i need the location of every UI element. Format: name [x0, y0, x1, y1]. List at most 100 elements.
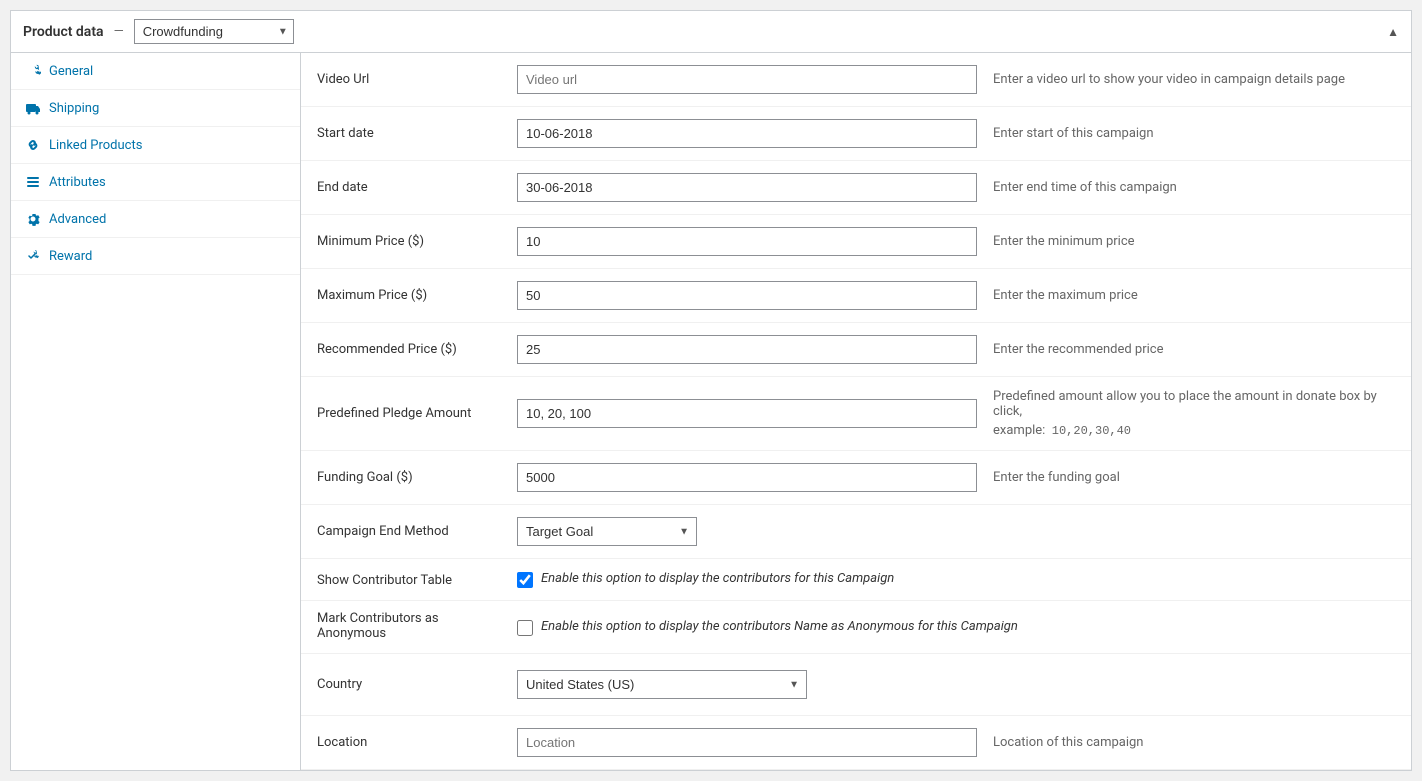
campaign-end-method-label: Campaign End Method	[301, 505, 501, 559]
max-price-input[interactable]	[517, 281, 977, 310]
start-date-input-cell	[501, 107, 985, 161]
country-select-cell: United States (US) United Kingdom (UK) C…	[501, 654, 985, 716]
funding-goal-row: Funding Goal ($) Enter the funding goal	[301, 451, 1411, 505]
mark-contributors-anonymous-checkbox[interactable]	[517, 620, 533, 636]
wrench-icon	[25, 63, 41, 79]
recommended-price-row: Recommended Price ($) Enter the recommen…	[301, 323, 1411, 377]
product-data-header: Product data — Crowdfunding ▼ ▲	[11, 11, 1411, 53]
recommended-price-input[interactable]	[517, 335, 977, 364]
product-data-body: General Shipping Linked Products Attribu…	[11, 53, 1411, 770]
location-input-cell	[501, 716, 985, 770]
min-price-input-cell	[501, 215, 985, 269]
shipping-icon	[25, 100, 41, 116]
funding-goal-input-cell	[501, 451, 985, 505]
predefined-pledge-help-cell: Predefined amount allow you to place the…	[985, 377, 1411, 451]
min-price-label: Minimum Price ($)	[301, 215, 501, 269]
form-table: Video Url Enter a video url to show your…	[301, 53, 1411, 770]
min-price-help: Enter the minimum price	[985, 215, 1411, 269]
mark-contributors-anonymous-cell: Enable this option to display the contri…	[501, 601, 1411, 654]
location-label: Location	[301, 716, 501, 770]
sidebar-item-advanced[interactable]: Advanced	[11, 201, 300, 238]
location-help: Location of this campaign	[985, 716, 1411, 770]
predefined-pledge-help-line2: example: 10,20,30,40	[993, 423, 1395, 438]
show-contributor-table-row: Show Contributor Table Enable this optio…	[301, 559, 1411, 601]
predefined-pledge-input[interactable]	[517, 399, 977, 428]
predefined-pledge-help: Predefined amount allow you to place the…	[993, 389, 1395, 438]
sidebar-item-general[interactable]: General	[11, 53, 300, 90]
video-url-row: Video Url Enter a video url to show your…	[301, 53, 1411, 107]
show-contributor-table-checkbox-text: Enable this option to display the contri…	[541, 571, 894, 586]
sidebar-item-shipping[interactable]: Shipping	[11, 90, 300, 127]
funding-goal-label: Funding Goal ($)	[301, 451, 501, 505]
max-price-label: Maximum Price ($)	[301, 269, 501, 323]
end-date-help: Enter end time of this campaign	[985, 161, 1411, 215]
end-date-label: End date	[301, 161, 501, 215]
mark-contributors-anonymous-checkbox-label[interactable]: Enable this option to display the contri…	[517, 619, 1403, 636]
sidebar-item-advanced-label: Advanced	[49, 212, 106, 227]
country-select-wrapper[interactable]: United States (US) United Kingdom (UK) C…	[517, 670, 807, 699]
recommended-price-help: Enter the recommended price	[985, 323, 1411, 377]
start-date-help: Enter start of this campaign	[985, 107, 1411, 161]
video-url-input-cell	[501, 53, 985, 107]
max-price-row: Maximum Price ($) Enter the maximum pric…	[301, 269, 1411, 323]
start-date-row: Start date Enter start of this campaign	[301, 107, 1411, 161]
start-date-label: Start date	[301, 107, 501, 161]
predefined-pledge-code: 10,20,30,40	[1052, 424, 1131, 438]
attributes-icon	[25, 174, 41, 190]
funding-goal-input[interactable]	[517, 463, 977, 492]
sidebar-item-linked-products-label: Linked Products	[49, 138, 142, 153]
sidebar-item-attributes[interactable]: Attributes	[11, 164, 300, 201]
country-label: Country	[301, 654, 501, 716]
location-row: Location Location of this campaign	[301, 716, 1411, 770]
header-dash: —	[114, 24, 124, 39]
end-date-input-cell	[501, 161, 985, 215]
campaign-end-method-select-cell: Target Goal End Date Both ▼	[501, 505, 985, 559]
predefined-pledge-input-cell	[501, 377, 985, 451]
recommended-price-input-cell	[501, 323, 985, 377]
predefined-pledge-help-line1: Predefined amount allow you to place the…	[993, 389, 1395, 419]
product-type-select[interactable]: Crowdfunding	[134, 19, 294, 44]
video-url-label: Video Url	[301, 53, 501, 107]
product-data-title: Product data	[23, 24, 104, 40]
min-price-input[interactable]	[517, 227, 977, 256]
max-price-help: Enter the maximum price	[985, 269, 1411, 323]
sidebar-item-shipping-label: Shipping	[49, 101, 99, 116]
campaign-end-method-row: Campaign End Method Target Goal End Date…	[301, 505, 1411, 559]
predefined-pledge-row: Predefined Pledge Amount Predefined amou…	[301, 377, 1411, 451]
sidebar-item-reward-label: Reward	[49, 249, 92, 264]
sidebar-item-linked-products[interactable]: Linked Products	[11, 127, 300, 164]
country-select[interactable]: United States (US) United Kingdom (UK) C…	[517, 670, 807, 699]
video-url-help: Enter a video url to show your video in …	[985, 53, 1411, 107]
recommended-price-label: Recommended Price ($)	[301, 323, 501, 377]
funding-goal-help: Enter the funding goal	[985, 451, 1411, 505]
show-contributor-table-checkbox[interactable]	[517, 572, 533, 588]
sidebar-item-attributes-label: Attributes	[49, 175, 106, 190]
link-icon	[25, 137, 41, 153]
start-date-input[interactable]	[517, 119, 977, 148]
sidebar-item-general-label: General	[49, 64, 93, 79]
mark-contributors-anonymous-checkbox-text: Enable this option to display the contri…	[541, 619, 1018, 634]
predefined-pledge-label: Predefined Pledge Amount	[301, 377, 501, 451]
show-contributor-table-label: Show Contributor Table	[301, 559, 501, 601]
collapse-button[interactable]: ▲	[1387, 25, 1399, 39]
reward-icon	[25, 248, 41, 264]
mark-contributors-anonymous-label: Mark Contributors as Anonymous	[301, 601, 501, 654]
product-type-select-wrapper[interactable]: Crowdfunding ▼	[134, 19, 294, 44]
sidebar: General Shipping Linked Products Attribu…	[11, 53, 301, 770]
sidebar-item-reward[interactable]: Reward	[11, 238, 300, 275]
show-contributor-table-checkbox-label[interactable]: Enable this option to display the contri…	[517, 571, 1403, 588]
video-url-input[interactable]	[517, 65, 977, 94]
campaign-end-method-select-wrapper[interactable]: Target Goal End Date Both ▼	[517, 517, 697, 546]
country-row: Country United States (US) United Kingdo…	[301, 654, 1411, 716]
product-data-panel: Product data — Crowdfunding ▼ ▲ General	[10, 10, 1412, 771]
campaign-end-method-select[interactable]: Target Goal End Date Both	[517, 517, 697, 546]
end-date-row: End date Enter end time of this campaign	[301, 161, 1411, 215]
location-input[interactable]	[517, 728, 977, 757]
header-left: Product data — Crowdfunding ▼	[23, 19, 294, 44]
mark-contributors-anonymous-row: Mark Contributors as Anonymous Enable th…	[301, 601, 1411, 654]
show-contributor-table-cell: Enable this option to display the contri…	[501, 559, 1411, 601]
end-date-input[interactable]	[517, 173, 977, 202]
gear-icon	[25, 211, 41, 227]
max-price-input-cell	[501, 269, 985, 323]
main-content: Video Url Enter a video url to show your…	[301, 53, 1411, 770]
